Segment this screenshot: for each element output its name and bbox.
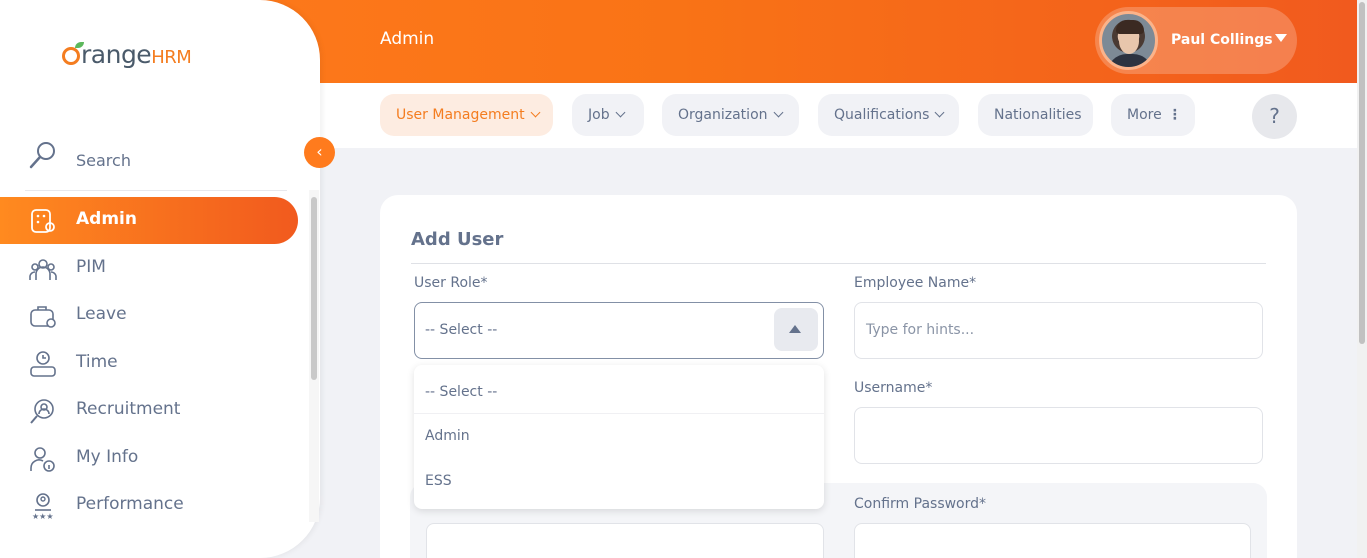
- nav-nationalities[interactable]: Nationalities: [978, 94, 1093, 136]
- search-icon: [29, 142, 55, 169]
- employee-name-placeholder: Type for hints...: [866, 322, 975, 338]
- sidebar-item-admin[interactable]: Admin: [0, 197, 298, 244]
- sidebar-item-time[interactable]: Time: [0, 340, 298, 387]
- confirm-password-input[interactable]: [854, 523, 1251, 558]
- user-role-label: User Role*: [414, 275, 488, 291]
- username-input[interactable]: [854, 407, 1263, 464]
- form-title: Add User: [411, 229, 504, 250]
- orangehrm-logo: rangeHRM: [62, 40, 192, 69]
- nav-qualifications[interactable]: Qualifications: [818, 94, 959, 136]
- option-admin[interactable]: Admin: [414, 414, 824, 458]
- chevron-down-icon: [615, 107, 626, 118]
- user-role-select[interactable]: -- Select --: [414, 302, 824, 359]
- user-role-value: -- Select --: [425, 322, 498, 338]
- chevron-left-icon: ‹: [316, 142, 323, 161]
- more-vertical-icon: ⋮: [1167, 107, 1182, 123]
- performance-icon: ★★★: [32, 493, 54, 520]
- sidebar-scroll-thumb[interactable]: [311, 197, 317, 380]
- divider: [411, 263, 1266, 264]
- user-menu[interactable]: Paul Collings: [1095, 7, 1297, 74]
- help-button[interactable]: ?: [1252, 94, 1297, 139]
- collapse-sidebar-button[interactable]: ‹: [304, 137, 335, 168]
- caret-up-icon: [789, 325, 801, 333]
- nav-more[interactable]: More ⋮: [1111, 94, 1195, 136]
- sidebar-item-pim[interactable]: PIM: [0, 245, 298, 292]
- svg-text:★★★: ★★★: [32, 512, 54, 520]
- option-select[interactable]: -- Select --: [414, 370, 824, 414]
- sidebar-scrollbar[interactable]: [309, 190, 319, 522]
- briefcase-icon: [30, 306, 56, 328]
- recruitment-icon: [30, 399, 54, 424]
- employee-name-input[interactable]: Type for hints...: [854, 302, 1263, 359]
- page-title: Admin: [380, 29, 435, 49]
- sidebar: rangeHRM Search Admin PIM Leave Time Rec…: [0, 0, 320, 558]
- password-input[interactable]: [426, 523, 824, 558]
- sidebar-search[interactable]: Search: [25, 137, 287, 191]
- sidebar-item-recruitment[interactable]: Recruitment: [0, 387, 298, 434]
- nav-job[interactable]: Job: [572, 94, 644, 136]
- sidebar-item-performance[interactable]: ★★★ Performance: [0, 482, 298, 529]
- confirm-password-label: Confirm Password*: [854, 496, 987, 512]
- sidebar-item-leave[interactable]: Leave: [0, 292, 298, 339]
- clock-icon: [30, 351, 56, 377]
- username-label: Username*: [854, 380, 933, 396]
- search-label: Search: [76, 151, 131, 170]
- nav-user-management[interactable]: User Management: [380, 94, 553, 136]
- select-toggle[interactable]: [774, 308, 818, 351]
- user-info-icon: [30, 447, 55, 472]
- employee-name-label: Employee Name*: [854, 275, 977, 291]
- people-icon: [29, 259, 57, 280]
- caret-down-icon: [1275, 34, 1287, 42]
- admin-icon: [31, 209, 55, 233]
- sidebar-item-my-info[interactable]: My Info: [0, 435, 298, 482]
- nav-organization[interactable]: Organization: [662, 94, 799, 136]
- scroll-thumb[interactable]: [1359, 2, 1365, 344]
- option-ess[interactable]: ESS: [414, 459, 824, 503]
- avatar: [1099, 11, 1158, 70]
- orange-logo-icon: [62, 42, 84, 65]
- user-role-dropdown: -- Select -- Admin ESS: [414, 365, 824, 509]
- chevron-down-icon: [530, 107, 541, 118]
- chevron-down-icon: [935, 107, 945, 118]
- add-user-card: Add User User Role* -- Select -- Employe…: [380, 195, 1297, 558]
- user-name: Paul Collings: [1171, 32, 1273, 48]
- page-scrollbar[interactable]: [1357, 0, 1367, 558]
- chevron-down-icon: [773, 107, 783, 118]
